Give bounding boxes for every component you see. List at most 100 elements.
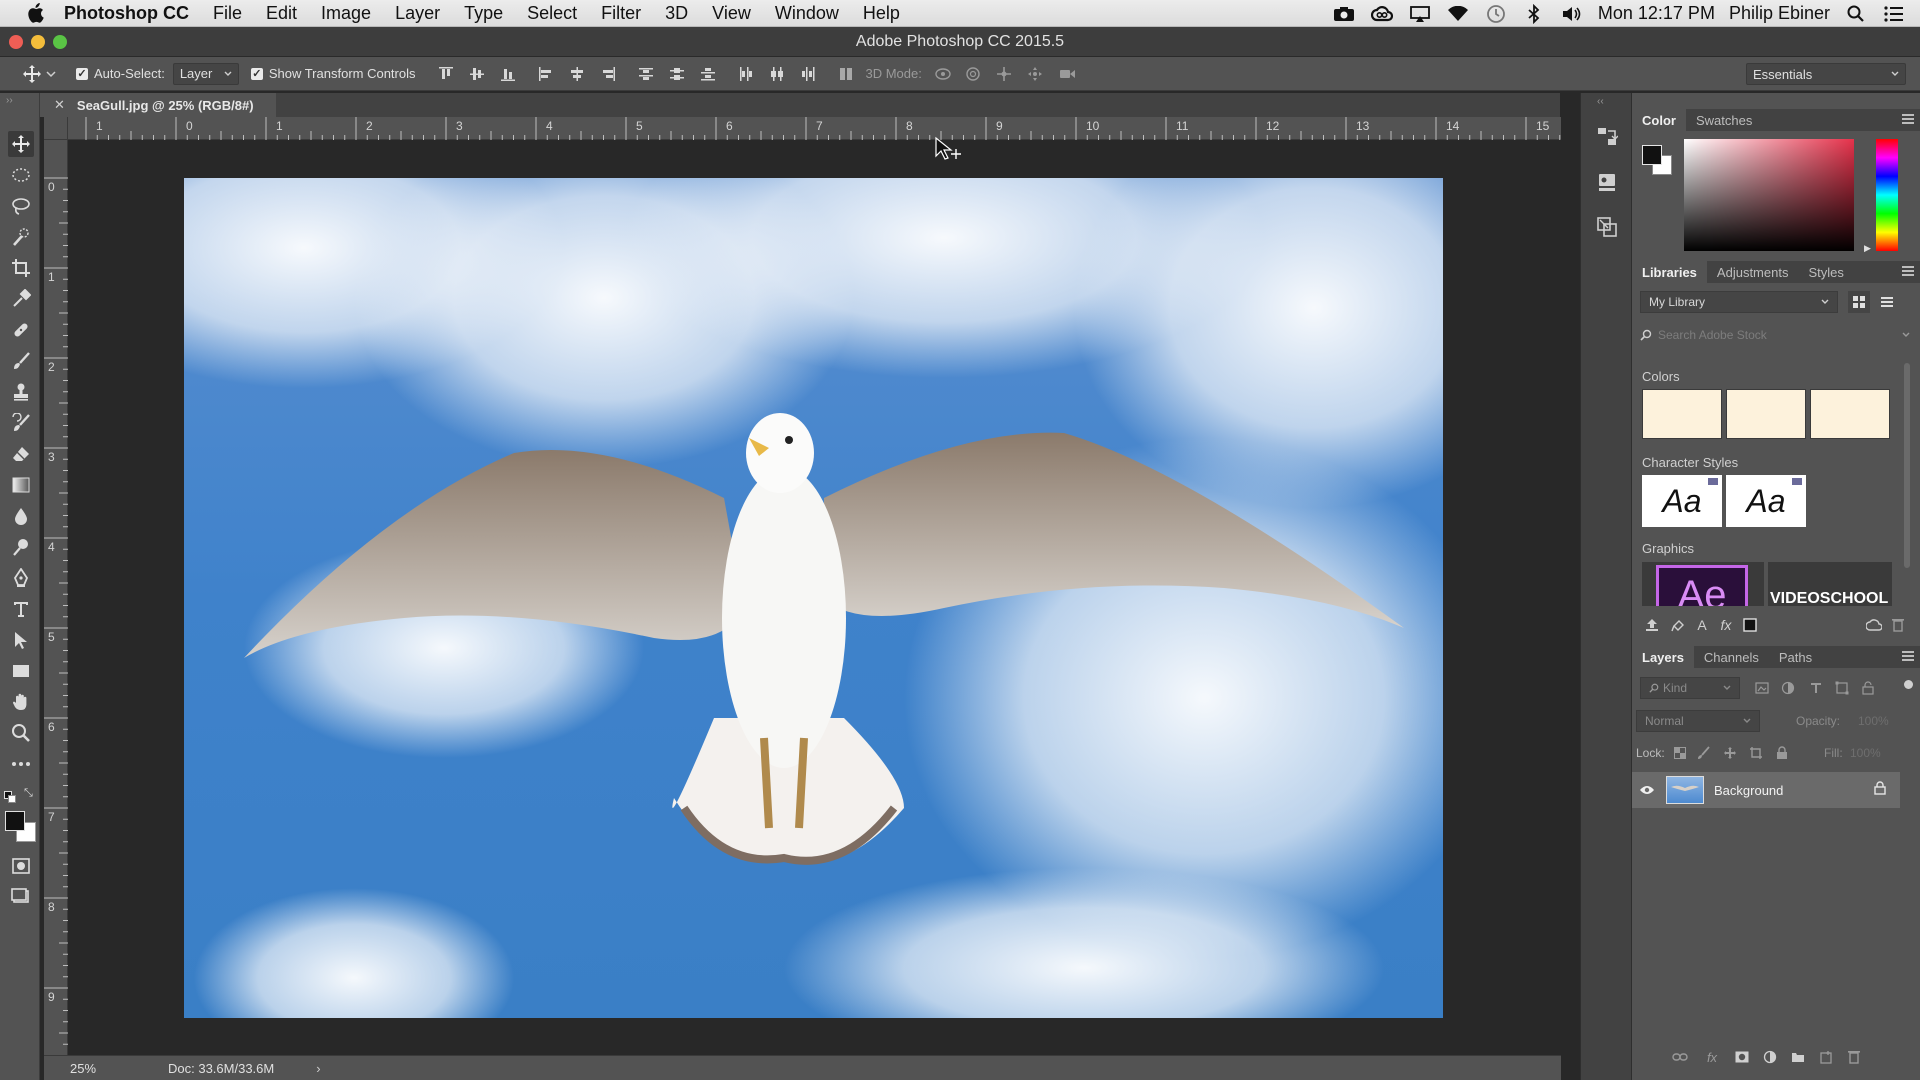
layer-row[interactable]: Background [1632, 772, 1900, 808]
menu-edit[interactable]: Edit [266, 3, 297, 24]
eyedropper-tool[interactable] [8, 286, 34, 312]
workspace-switcher[interactable]: Essentials [1746, 63, 1906, 85]
document-size[interactable]: Doc: 33.6M/33.6M [168, 1061, 274, 1076]
move-tool[interactable] [8, 131, 34, 157]
hand-tool[interactable] [8, 689, 34, 715]
foreground-color-swatch[interactable] [5, 811, 25, 831]
distribute-vertical-centers-icon[interactable] [669, 66, 685, 82]
layer-filter-kind[interactable]: Kind [1640, 677, 1740, 699]
lasso-tool[interactable] [8, 193, 34, 219]
opacity-input[interactable]: 100% [1850, 710, 1912, 732]
minimize-window-button[interactable] [31, 35, 45, 49]
fill-value[interactable]: 100% [1850, 746, 1881, 760]
spotlight-search-icon[interactable] [1844, 4, 1868, 24]
align-right-edges-icon[interactable] [600, 66, 616, 82]
history-brush-tool[interactable] [8, 410, 34, 436]
add-graphic-icon[interactable] [1742, 617, 1758, 633]
collapse-toolbar-icon[interactable]: ›› [6, 95, 13, 106]
notification-center-icon[interactable] [1882, 4, 1906, 24]
panel-menu-icon[interactable] [1902, 651, 1914, 661]
list-view-icon[interactable] [1876, 291, 1898, 313]
menu-3d[interactable]: 3D [665, 3, 688, 24]
filter-toggle-icon[interactable] [1904, 680, 1913, 689]
default-colors-icon[interactable] [4, 791, 16, 803]
lock-transparent-pixels-icon[interactable] [1672, 745, 1688, 761]
add-mask-icon[interactable] [1734, 1049, 1750, 1065]
menu-file[interactable]: File [213, 3, 242, 24]
app-name[interactable]: Photoshop CC [64, 3, 189, 24]
time-machine-icon[interactable] [1484, 4, 1508, 24]
panel-menu-icon[interactable] [1902, 266, 1914, 276]
type-tool[interactable] [8, 596, 34, 622]
character-style-item[interactable]: Aa [1642, 475, 1722, 527]
color-panel-fg-swatch[interactable] [1642, 145, 1662, 165]
pen-tool[interactable] [8, 565, 34, 591]
canvas-area[interactable] [68, 136, 1561, 1055]
new-adjustment-layer-icon[interactable] [1762, 1049, 1778, 1065]
history-panel-icon[interactable] [1594, 123, 1620, 149]
3d-scale-icon[interactable] [1058, 66, 1075, 82]
link-layers-icon[interactable] [1672, 1049, 1688, 1065]
library-color-swatch[interactable] [1642, 389, 1722, 439]
user-name[interactable]: Philip Ebiner [1729, 3, 1830, 24]
stock-search-input[interactable]: Search Adobe Stock [1640, 325, 1910, 345]
apple-icon[interactable] [22, 0, 48, 27]
document-tab[interactable]: ✕ SeaGull.jpg @ 25% (RGB/8#) [40, 93, 276, 117]
graphic-videoschool-logo[interactable]: VIDEOSCHOOL [1768, 562, 1892, 606]
distribute-horizontal-centers-icon[interactable] [769, 66, 785, 82]
horizontal-ruler[interactable]: 1 0 1 2 3 4 5 6 7 8 9 10 11 12 13 14 15 [68, 117, 1561, 140]
properties-panel-icon[interactable] [1594, 170, 1620, 196]
healing-brush-tool[interactable] [8, 317, 34, 343]
creative-cloud-icon[interactable] [1370, 4, 1394, 24]
distribute-bottom-icon[interactable] [700, 66, 716, 82]
tab-libraries[interactable]: Libraries [1632, 261, 1707, 283]
camera-icon[interactable] [1332, 4, 1356, 24]
new-group-icon[interactable] [1790, 1049, 1806, 1065]
quick-mask-button[interactable] [8, 853, 34, 879]
align-vertical-centers-icon[interactable] [469, 66, 485, 82]
distribute-right-icon[interactable] [800, 66, 816, 82]
blend-mode-select[interactable]: Normal [1636, 710, 1760, 732]
tab-paths[interactable]: Paths [1769, 646, 1822, 668]
swap-colors-icon[interactable]: ⤡ [24, 787, 33, 800]
menu-type[interactable]: Type [464, 3, 503, 24]
filter-shape-icon[interactable] [1834, 680, 1850, 696]
filter-adjustment-icon[interactable] [1780, 680, 1796, 696]
vertical-ruler[interactable]: 0 1 2 3 4 5 6 7 8 9 [44, 140, 68, 1055]
dodge-tool[interactable] [8, 534, 34, 560]
zoom-level[interactable]: 25% [70, 1061, 136, 1076]
close-tab-icon[interactable]: ✕ [54, 97, 65, 113]
menu-window[interactable]: Window [775, 3, 839, 24]
chevron-down-icon[interactable] [46, 70, 56, 78]
close-window-button[interactable] [9, 35, 23, 49]
align-horizontal-centers-icon[interactable] [569, 66, 585, 82]
rectangle-tool[interactable] [8, 658, 34, 684]
panel-menu-icon[interactable] [1902, 114, 1914, 124]
align-left-edges-icon[interactable] [538, 66, 554, 82]
distribute-left-icon[interactable] [738, 66, 754, 82]
auto-align-layers-icon[interactable] [838, 66, 854, 82]
lock-all-icon[interactable] [1774, 745, 1790, 761]
library-color-swatch[interactable] [1810, 389, 1890, 439]
screen-mode-button[interactable] [8, 884, 34, 910]
3d-rotate-icon[interactable] [934, 66, 951, 82]
tab-layers[interactable]: Layers [1632, 646, 1694, 668]
move-tool-preset-icon[interactable] [22, 64, 42, 84]
wifi-icon[interactable] [1446, 4, 1470, 24]
graphic-ae-logo[interactable]: Ae [1642, 562, 1764, 606]
tab-channels[interactable]: Channels [1694, 646, 1769, 668]
lock-position-icon[interactable] [1722, 745, 1738, 761]
zoom-tool[interactable] [8, 720, 34, 746]
volume-icon[interactable] [1560, 4, 1584, 24]
auto-select-checkbox[interactable]: ✓ [76, 67, 88, 80]
marquee-tool[interactable] [8, 162, 34, 188]
tab-styles[interactable]: Styles [1798, 261, 1853, 283]
airplay-icon[interactable] [1408, 4, 1432, 24]
hue-slider-arrow-icon[interactable]: ▶ [1864, 243, 1871, 254]
library-color-swatch[interactable] [1726, 389, 1806, 439]
new-layer-icon[interactable] [1818, 1049, 1834, 1065]
lock-artboard-icon[interactable] [1748, 745, 1764, 761]
filter-pixel-icon[interactable] [1754, 680, 1770, 696]
align-top-edges-icon[interactable] [438, 66, 454, 82]
collapse-dock-icon[interactable]: ‹‹ [1597, 96, 1604, 107]
